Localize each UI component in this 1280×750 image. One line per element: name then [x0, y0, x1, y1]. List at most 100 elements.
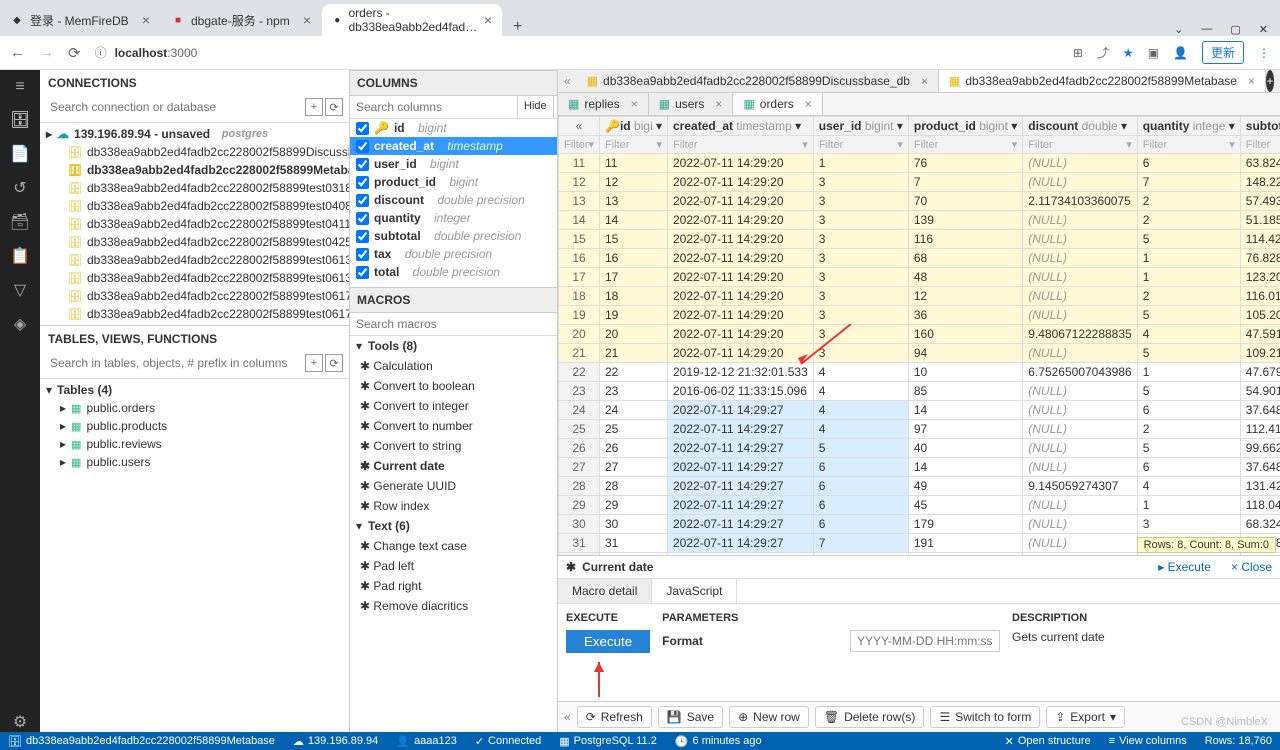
column-checkbox[interactable]	[356, 230, 369, 243]
close-icon[interactable]: ×	[484, 12, 492, 28]
filter-icon[interactable]: ▽	[14, 280, 26, 300]
column-checkbox[interactable]	[356, 194, 369, 207]
open-structure-link[interactable]: ✕ Open structure	[1005, 735, 1091, 748]
close-icon[interactable]: ×	[921, 74, 928, 88]
table-row[interactable]: 12 12 2022-07-11 14:29:20 3 7 (NULL) 7 1…	[559, 173, 1280, 192]
column-header[interactable]: quantity intege ▾	[1137, 117, 1240, 136]
tables-group[interactable]: ▾ Tables (4)	[40, 381, 349, 399]
database-icon[interactable]: 🗄	[10, 110, 30, 130]
column-checkbox[interactable]	[356, 248, 369, 261]
status-connected[interactable]: ✓ Connected	[475, 735, 541, 748]
filter-cell[interactable]: Filter▾	[668, 136, 814, 154]
filter-cell[interactable]: Filter▾	[1240, 136, 1280, 154]
db-node[interactable]: 🗄 db338ea9abb2ed4fadb2cc228002f58899Disc…	[40, 143, 349, 161]
clipboard-icon[interactable]: 📋	[10, 246, 30, 266]
filter-cell[interactable]: Filter▾	[813, 136, 908, 154]
table-row[interactable]: 26 26 2022-07-11 14:29:27 5 40 (NULL) 5 …	[559, 439, 1280, 458]
macro-item[interactable]: ✱ Calculation	[350, 356, 557, 376]
table-node[interactable]: ▸▦ public.reviews	[40, 435, 349, 453]
layers-icon[interactable]: ◈	[14, 314, 26, 334]
close-icon[interactable]: ×	[715, 97, 722, 111]
history-icon[interactable]: ↺	[13, 178, 26, 198]
column-checkbox[interactable]	[356, 122, 369, 135]
column-search-input[interactable]	[350, 96, 517, 118]
column-item[interactable]: created_at timestamp	[350, 137, 557, 155]
menu-icon[interactable]: ≡	[15, 78, 24, 96]
table-row[interactable]: 19 19 2022-07-11 14:29:20 3 36 (NULL) 5 …	[559, 306, 1280, 325]
table-node[interactable]: ▸▦ public.products	[40, 417, 349, 435]
table-row[interactable]: 30 30 2022-07-11 14:29:27 6 179 (NULL) 3…	[559, 515, 1280, 534]
macro-item[interactable]: ✱ Generate UUID	[350, 476, 557, 496]
macro-item[interactable]: ✱ Convert to string	[350, 436, 557, 456]
server-node[interactable]: ▸☁ 139.196.89.94 - unsaved postgres	[40, 125, 349, 143]
share-icon[interactable]: ⤴	[1097, 44, 1109, 61]
switch-form-button[interactable]: ☰ Switch to form	[930, 706, 1040, 728]
reload-button[interactable]: ⟳	[68, 44, 81, 62]
macro-item[interactable]: ✱ Convert to number	[350, 416, 557, 436]
macro-item[interactable]: ✱ Convert to integer	[350, 396, 557, 416]
close-icon[interactable]: ✕	[1259, 23, 1268, 36]
column-checkbox[interactable]	[356, 266, 369, 279]
table-row[interactable]: 23 23 2016-06-02 11:33:15.096 4 85 (NULL…	[559, 382, 1280, 401]
table-row[interactable]: 29 29 2022-07-11 14:29:27 6 45 (NULL) 1 …	[559, 496, 1280, 515]
column-checkbox[interactable]	[356, 158, 369, 171]
new-tab-button[interactable]: +	[503, 18, 532, 36]
macro-group[interactable]: ▾ Text (6)	[350, 516, 557, 536]
close-link[interactable]: × Close	[1231, 560, 1272, 574]
filter-cell[interactable]: Filter▾	[1023, 136, 1137, 154]
column-header[interactable]: discount double ▾	[1023, 117, 1137, 136]
hide-button[interactable]: Hide	[517, 96, 553, 118]
table-row[interactable]: 21 21 2022-07-11 14:29:20 3 94 (NULL) 5 …	[559, 344, 1280, 363]
table-row[interactable]: 16 16 2022-07-11 14:29:20 3 68 (NULL) 1 …	[559, 249, 1280, 268]
db-node[interactable]: 🗄 db338ea9abb2ed4fadb2cc228002f58899Meta…	[40, 161, 349, 179]
db-tab-active[interactable]: ▦db338ea9abb2ed4fadb2cc228002f58899Metab…	[939, 70, 1266, 92]
db-node[interactable]: 🗄 db338ea9abb2ed4fadb2cc228002f58899test…	[40, 197, 349, 215]
export-button[interactable]: ⇪ Export ▾	[1046, 706, 1125, 728]
gear-icon[interactable]: ⚙	[13, 712, 27, 732]
site-info-icon[interactable]: ⓘ	[95, 44, 107, 61]
table-row[interactable]: 20 20 2022-07-11 14:29:20 3 160 9.480671…	[559, 325, 1280, 344]
table-row[interactable]: 11 11 2022-07-11 14:29:20 1 76 (NULL) 6 …	[559, 154, 1280, 173]
column-checkbox[interactable]	[356, 212, 369, 225]
expand-header[interactable]: «	[559, 117, 600, 136]
macro-item[interactable]: ✱ Pad left	[350, 556, 557, 576]
refresh-button[interactable]: ⟳	[325, 98, 343, 116]
status-engine[interactable]: ▦ PostgreSQL 11.2	[559, 735, 657, 748]
db-node[interactable]: 🗄 db338ea9abb2ed4fadb2cc228002f58899test…	[40, 215, 349, 233]
save-button[interactable]: 💾 Save	[658, 706, 723, 728]
macro-group[interactable]: ▾ Tools (8)	[350, 336, 557, 356]
archive-icon[interactable]: 🗃	[10, 212, 30, 232]
browser-tab-active[interactable]: ●orders - db338ea9abb2ed4fad…×	[322, 4, 502, 36]
back-button[interactable]: ←	[10, 44, 25, 61]
table-row[interactable]: 14 14 2022-07-11 14:29:20 3 139 (NULL) 2…	[559, 211, 1280, 230]
table-row[interactable]: 15 15 2022-07-11 14:29:20 3 116 (NULL) 5…	[559, 230, 1280, 249]
add-button[interactable]: +	[305, 98, 323, 116]
column-item[interactable]: total double precision	[350, 263, 557, 281]
db-node[interactable]: 🗄 db338ea9abb2ed4fadb2cc228002f58899test…	[40, 233, 349, 251]
add-button[interactable]: +	[305, 354, 323, 372]
column-item[interactable]: discount double precision	[350, 191, 557, 209]
update-button[interactable]: 更新	[1202, 41, 1244, 64]
column-item[interactable]: product_id bigint	[350, 173, 557, 191]
more-icon[interactable]: ⋮	[1258, 46, 1270, 60]
macro-item[interactable]: ✱ Convert to boolean	[350, 376, 557, 396]
status-db[interactable]: 🗄 db338ea9abb2ed4fadb2cc228002f58899Meta…	[8, 735, 275, 748]
filter-cell[interactable]: Filter▾	[908, 136, 1022, 154]
chevron-down-icon[interactable]: ⌄	[1174, 23, 1183, 36]
filter-cell[interactable]: Filter ▾	[559, 136, 600, 154]
new-row-button[interactable]: ⊕ New row	[729, 706, 809, 728]
add-tab-button[interactable]: +	[1266, 70, 1274, 92]
column-header[interactable]: created_at timestamp ▾	[668, 117, 814, 136]
column-item[interactable]: tax double precision	[350, 245, 557, 263]
table-row[interactable]: 22 22 2019-12-12 21:32:01.533 4 10 6.752…	[559, 363, 1280, 382]
execute-button[interactable]: Execute	[566, 630, 650, 653]
close-icon[interactable]: ×	[142, 12, 150, 28]
browser-tab[interactable]: ■dbgate-服务 - npm×	[161, 4, 321, 36]
db-node[interactable]: 🗄 db338ea9abb2ed4fadb2cc228002f58899test…	[40, 251, 349, 269]
column-checkbox[interactable]	[356, 176, 369, 189]
db-tab[interactable]: ▦db338ea9abb2ed4fadb2cc228002f58899Discu…	[577, 70, 939, 92]
column-header[interactable]: user_id bigint ▾	[813, 117, 908, 136]
macro-detail-tab[interactable]: Macro detail	[558, 579, 652, 603]
table-node[interactable]: ▸▦ public.users	[40, 453, 349, 471]
connection-search-input[interactable]	[46, 96, 303, 118]
